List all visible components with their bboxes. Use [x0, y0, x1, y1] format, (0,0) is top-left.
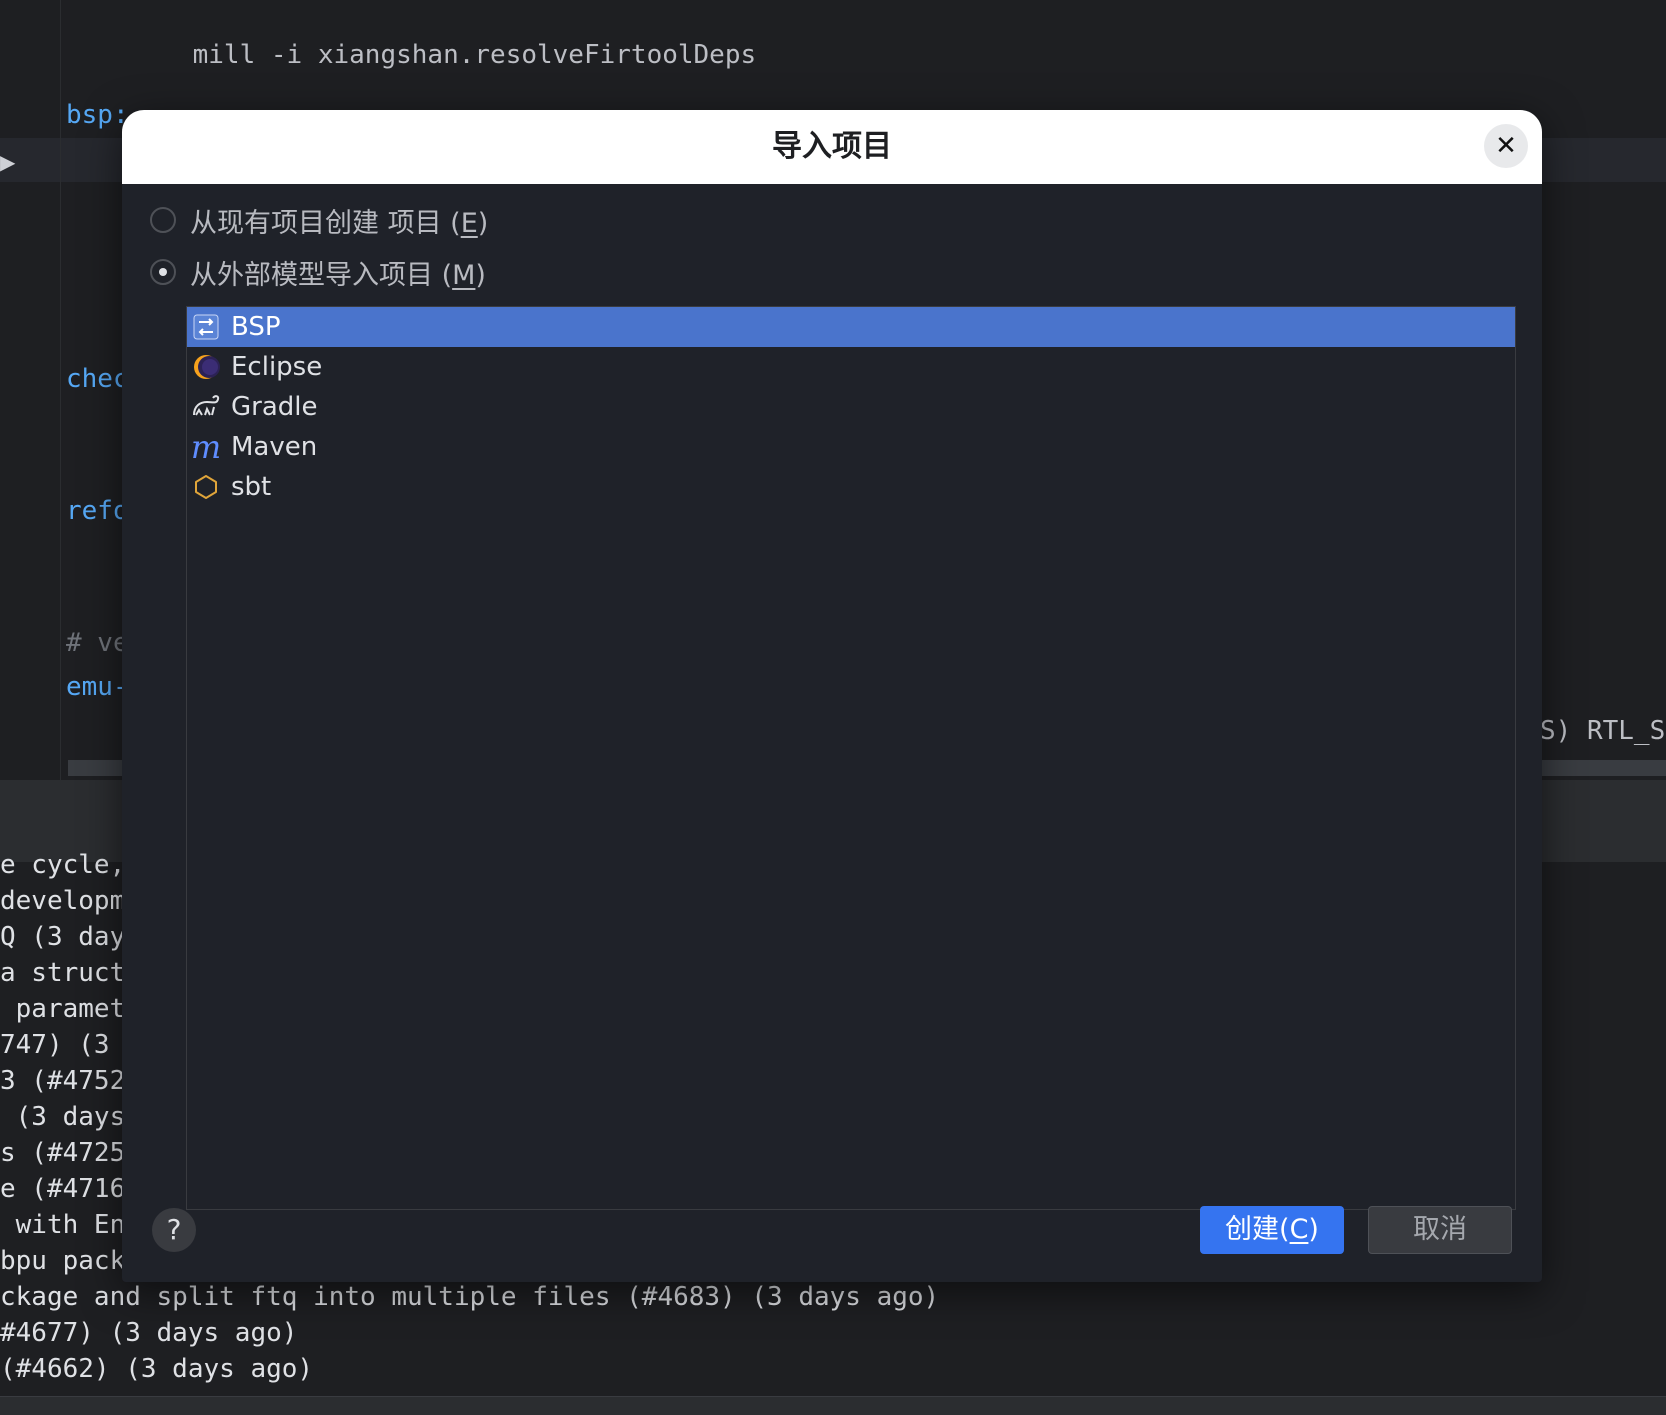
log-line: with En	[0, 1210, 126, 1240]
log-line: (#4662) (3 days ago)	[0, 1354, 314, 1384]
list-item-bsp[interactable]: BSP	[187, 307, 1515, 347]
close-icon: ✕	[1495, 131, 1517, 161]
radio-create-from-existing[interactable]: 从现有项目创建 项目 (E)	[150, 200, 488, 240]
help-button[interactable]: ?	[152, 1208, 196, 1252]
code-comment: # ve	[66, 628, 129, 658]
code-line: refo	[66, 496, 129, 526]
log-line: s (#4725	[0, 1138, 126, 1168]
eclipse-icon	[191, 352, 221, 382]
radio-button-checked[interactable]	[150, 259, 176, 285]
list-item-eclipse[interactable]: Eclipse	[187, 347, 1515, 387]
list-item-sbt[interactable]: sbt	[187, 467, 1515, 507]
code-fragment-text: RTL_S	[1571, 716, 1666, 746]
code-line: emu-	[66, 672, 129, 702]
log-line: ckage and split ftq into multiple files …	[0, 1282, 940, 1312]
gradle-icon	[191, 392, 221, 422]
radio-label: 从现有项目创建 项目 (E)	[190, 207, 489, 239]
log-line: 747) (3	[0, 1030, 110, 1060]
code-line: bsp:	[66, 100, 129, 130]
run-gutter-icon[interactable]: ▶	[0, 150, 15, 174]
list-item-label: Eclipse	[231, 352, 323, 382]
log-line: a struct	[0, 958, 126, 988]
log-line: developm	[0, 886, 126, 916]
sbt-icon	[191, 472, 221, 502]
log-line: (3 days	[0, 1102, 126, 1132]
radio-label: 从外部模型导入项目 (M)	[190, 259, 486, 291]
log-line: #4677) (3 days ago)	[0, 1318, 298, 1348]
code-line: mill -i xiangshan.resolveFirtoolDeps	[130, 10, 757, 100]
close-button[interactable]: ✕	[1484, 124, 1528, 168]
gutter-divider	[60, 0, 61, 780]
list-item-label: sbt	[231, 472, 272, 502]
log-line: paramet	[0, 994, 126, 1024]
log-line: e (#4716	[0, 1174, 126, 1204]
log-line: e cycle,	[0, 850, 126, 880]
radio-button[interactable]	[150, 207, 176, 233]
log-line: bpu pack	[0, 1246, 126, 1276]
dialog-title: 导入项目	[772, 129, 892, 164]
log-line: Q (3 day	[0, 922, 126, 952]
list-item-label: Gradle	[231, 392, 318, 422]
bsp-icon	[191, 312, 221, 342]
code-fragment-right: S) RTL_S	[1540, 716, 1665, 746]
list-item-label: BSP	[231, 312, 281, 342]
list-item-gradle[interactable]: Gradle	[187, 387, 1515, 427]
code-line-text: mill -i xiangshan.resolveFirtoolDeps	[192, 40, 757, 70]
status-bar	[0, 1396, 1666, 1415]
dialog-header[interactable]: 导入项目 ✕	[122, 110, 1542, 184]
create-button[interactable]: 创建(C)	[1200, 1206, 1344, 1254]
code-line: chec	[66, 364, 129, 394]
radio-import-external-model[interactable]: 从外部模型导入项目 (M)	[150, 252, 486, 292]
external-model-list[interactable]: BSP Eclipse Gradle m Maven sbt	[186, 306, 1516, 1210]
log-line: 3 (#4752	[0, 1066, 126, 1096]
maven-icon: m	[190, 428, 222, 466]
code-paren: S)	[1540, 716, 1572, 746]
import-project-dialog: 导入项目 ✕ 从现有项目创建 项目 (E) 从外部模型导入项目 (M) BSP …	[122, 110, 1542, 1282]
cancel-button[interactable]: 取消	[1368, 1206, 1512, 1254]
list-item-maven[interactable]: m Maven	[187, 427, 1515, 467]
list-item-label: Maven	[231, 432, 318, 462]
